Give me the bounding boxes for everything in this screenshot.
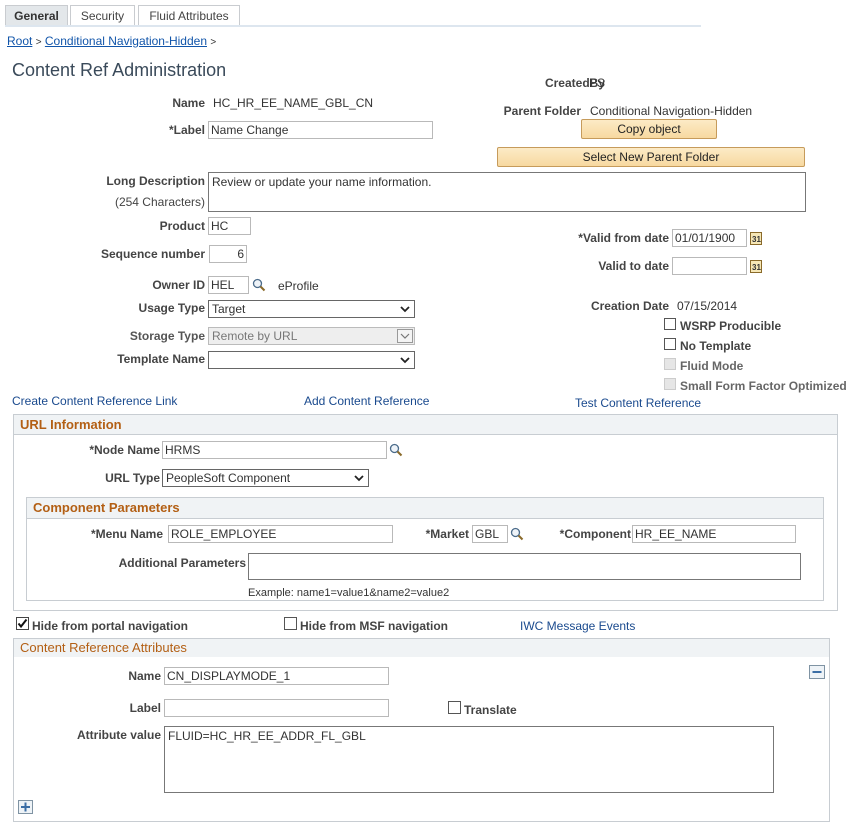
- test-content-reference-link[interactable]: Test Content Reference: [575, 396, 701, 410]
- node-lookup-search-icon[interactable]: [389, 443, 403, 457]
- parent-folder-value: Conditional Navigation-Hidden: [590, 104, 753, 118]
- small-form-factor-label: Small Form Factor Optimized: [680, 379, 847, 393]
- example-hint: Example: name1=value1&name2=value2: [248, 587, 450, 599]
- valid-to-date-input[interactable]: [672, 257, 747, 275]
- svg-text:31: 31: [752, 263, 761, 272]
- additional-parameters-label: Additional Parameters: [118, 556, 246, 570]
- node-name-input[interactable]: HRMS: [162, 441, 387, 459]
- breadcrumb-root-link[interactable]: Root: [7, 34, 32, 48]
- template-name-label: Template Name: [117, 352, 205, 366]
- calendar-icon[interactable]: 31: [750, 259, 762, 273]
- hide-msf-navigation-checkbox[interactable]: [284, 617, 297, 630]
- parent-folder-label: Parent Folder: [503, 104, 581, 118]
- hide-portal-navigation-checkbox[interactable]: [16, 617, 29, 630]
- valid-from-date-label: *Valid from date: [578, 231, 669, 245]
- wsrp-producible-label: WSRP Producible: [680, 319, 782, 333]
- page-title: Content Ref Administration: [12, 60, 227, 80]
- chevron-down-icon: [400, 357, 410, 364]
- product-label: Product: [159, 219, 205, 233]
- label-label: *Label: [168, 123, 205, 137]
- breadcrumb-separator: >: [210, 37, 217, 48]
- attribute-value-label: Attribute value: [76, 728, 161, 742]
- sequence-number-input[interactable]: 6: [209, 245, 247, 263]
- menu-name-input[interactable]: ROLE_EMPLOYEE: [168, 525, 393, 543]
- attribute-name-input[interactable]: CN_DISPLAYMODE_1: [164, 667, 389, 685]
- product-input[interactable]: HC: [208, 217, 251, 235]
- long-description-label: Long Description: [106, 174, 205, 188]
- component-input[interactable]: HR_EE_NAME: [632, 525, 796, 543]
- usage-type-select[interactable]: Target: [208, 300, 415, 318]
- creation-date-value: 07/15/2014: [677, 299, 738, 313]
- add-row-plus-icon[interactable]: [18, 800, 33, 814]
- node-name-label: *Node Name: [89, 443, 160, 457]
- valid-from-date-input[interactable]: 01/01/1900: [672, 229, 747, 247]
- storage-type-label: Storage Type: [129, 329, 205, 343]
- name-label: Name: [172, 96, 205, 110]
- translate-checkbox[interactable]: [448, 701, 461, 714]
- attribute-name-label: Name: [128, 669, 161, 683]
- owner-id-label: Owner ID: [152, 278, 205, 292]
- usage-type-value: Target: [212, 302, 246, 316]
- lookup-search-icon[interactable]: [252, 278, 266, 292]
- market-label: *Market: [425, 527, 469, 541]
- market-input[interactable]: GBL: [472, 525, 508, 543]
- hide-msf-navigation-label: Hide from MSF navigation: [300, 619, 449, 633]
- storage-type-value: Remote by URL: [212, 329, 298, 343]
- usage-type-label: Usage Type: [138, 301, 205, 315]
- content-reference-attributes-title: Content Reference Attributes: [14, 639, 829, 657]
- no-template-label: No Template: [680, 339, 752, 353]
- delete-row-minus-icon[interactable]: [809, 665, 825, 679]
- url-type-value: PeopleSoft Component: [166, 471, 291, 485]
- tab-general[interactable]: General: [5, 5, 68, 26]
- additional-parameters-textarea[interactable]: [248, 553, 801, 580]
- long-description-textarea[interactable]: Review or update your name information.: [208, 172, 806, 212]
- hide-portal-navigation-label: Hide from portal navigation: [32, 619, 189, 633]
- owner-id-input[interactable]: HEL: [208, 276, 249, 294]
- long-description-hint: (254 Characters): [114, 195, 205, 209]
- fluid-mode-label: Fluid Mode: [680, 359, 744, 373]
- tab-underline: [5, 25, 701, 27]
- breadcrumb-separator: >: [35, 37, 42, 48]
- attribute-value-textarea[interactable]: FLUID=HC_HR_EE_ADDR_FL_GBL: [164, 726, 774, 793]
- calendar-icon[interactable]: 31: [750, 231, 762, 245]
- component-parameters-section: Component Parameters: [26, 497, 824, 601]
- translate-label: Translate: [464, 703, 517, 717]
- creation-date-label: Creation Date: [590, 299, 669, 313]
- chevron-down-icon: [400, 333, 410, 339]
- small-form-factor-checkbox: [664, 378, 676, 390]
- no-template-checkbox[interactable]: [664, 338, 676, 350]
- valid-to-date-label: Valid to date: [598, 259, 669, 273]
- chevron-down-icon: [354, 475, 364, 482]
- tab-security[interactable]: Security: [70, 5, 135, 26]
- market-lookup-search-icon[interactable]: [510, 527, 524, 541]
- create-content-reference-link[interactable]: Create Content Reference Link: [12, 394, 177, 408]
- url-information-title: URL Information: [14, 415, 837, 435]
- breadcrumb-parent-link[interactable]: Conditional Navigation-Hidden: [45, 34, 207, 48]
- attribute-label-label: Label: [129, 701, 161, 715]
- template-name-select[interactable]: [208, 351, 415, 369]
- svg-text:31: 31: [752, 235, 761, 244]
- name-value: HC_HR_EE_NAME_GBL_CN: [213, 96, 374, 110]
- add-content-reference-link[interactable]: Add Content Reference: [304, 394, 429, 408]
- created-by-value: PS: [589, 76, 606, 90]
- breadcrumb: Root > Conditional Navigation-Hidden >: [7, 34, 216, 48]
- sequence-number-label: Sequence number: [100, 247, 205, 261]
- url-type-select[interactable]: PeopleSoft Component: [162, 469, 369, 487]
- wsrp-producible-checkbox[interactable]: [664, 318, 676, 330]
- iwc-message-events-link[interactable]: IWC Message Events: [520, 619, 635, 633]
- label-input[interactable]: Name Change: [208, 121, 433, 139]
- select-new-parent-folder-button[interactable]: Select New Parent Folder: [497, 147, 805, 167]
- fluid-mode-checkbox: [664, 358, 676, 370]
- tab-fluid-attributes[interactable]: Fluid Attributes: [138, 5, 240, 26]
- url-type-label: URL Type: [105, 471, 160, 485]
- copy-object-button[interactable]: Copy object: [581, 119, 717, 139]
- component-label: *Component: [559, 527, 631, 541]
- owner-description: eProfile: [278, 279, 319, 293]
- component-parameters-title: Component Parameters: [27, 498, 823, 519]
- storage-type-select: Remote by URL: [208, 327, 415, 345]
- attribute-label-input[interactable]: [164, 699, 389, 717]
- chevron-down-icon: [400, 306, 410, 313]
- menu-name-label: *Menu Name: [90, 527, 163, 541]
